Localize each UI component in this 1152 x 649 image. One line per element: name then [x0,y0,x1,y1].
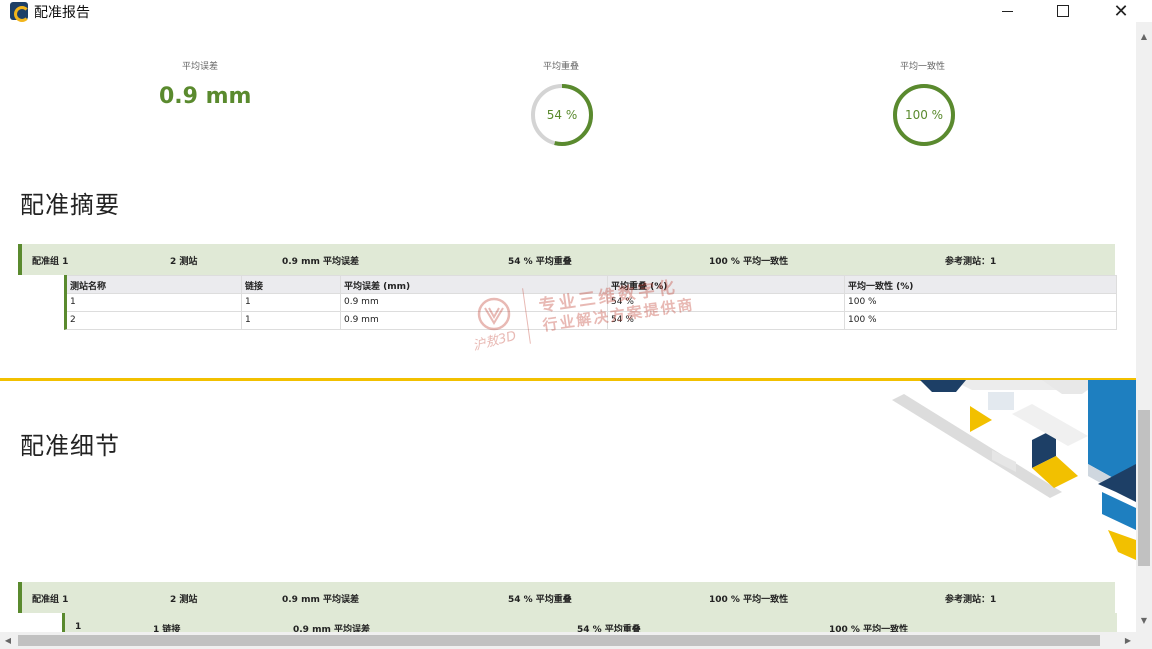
group-mean-consistency: 100 % 平均一致性 [709,257,789,267]
column-header: 平均重叠 (%) [611,282,668,292]
group-stations: 2 测站 [170,595,198,605]
links-cell: 1 [245,315,251,325]
column-separator [844,312,845,329]
vertical-scrollbar[interactable]: ▲ ▼ [1136,22,1152,632]
column-separator [340,294,341,311]
table-row[interactable]: 1 1 0.9 mm 54 % 100 % [67,293,1116,311]
mean-consistency-label: 平均一致性 [900,62,946,72]
horizontal-scrollbar[interactable]: ◀ ▶ [0,632,1152,649]
column-separator [844,294,845,311]
scroll-right-icon[interactable]: ▶ [1120,632,1136,649]
group-mean-error: 0.9 mm 平均误差 [282,595,359,605]
column-header: 测站名称 [70,282,107,292]
report-content: 平均误差 0.9 mm 平均重叠 54 % 平均一致性 100 % 配准摘要 配… [0,22,1136,632]
mean-error-cell: 0.9 mm [344,297,379,307]
station-name-cell: 2 [70,315,76,325]
column-separator [340,312,341,329]
window-title: 配准报告 [34,5,90,21]
station-mean-consistency: 100 % 平均一致性 [829,625,909,632]
maximize-button[interactable] [1040,0,1086,22]
group-stations: 2 测站 [170,257,198,267]
summary-station-table: 测站名称 链接 平均误差 (mm) 平均重叠 (%) 平均一致性 (%) 1 1… [64,275,1117,330]
column-separator [607,276,608,293]
column-separator [607,294,608,311]
group-mean-consistency: 100 % 平均一致性 [709,595,789,605]
mean-consistency-value: 100 % [904,108,944,122]
mean-consistency-cell: 100 % [848,315,877,325]
details-section-title: 配准细节 [20,432,120,460]
minimize-button[interactable] [984,0,1030,22]
links-cell: 1 [245,297,251,307]
scroll-left-icon[interactable]: ◀ [0,632,16,649]
vertical-scroll-thumb[interactable] [1138,410,1150,566]
station-name-cell: 1 [70,297,76,307]
group-mean-overlap: 54 % 平均重叠 [508,257,572,267]
column-header: 平均一致性 (%) [848,282,914,292]
horizontal-scroll-thumb[interactable] [18,635,1100,646]
table-row[interactable]: 2 1 0.9 mm 54 % 100 % [67,311,1116,329]
column-separator [844,276,845,293]
group-name: 配准组 1 [32,257,69,267]
mean-overlap-label: 平均重叠 [543,62,580,72]
details-group-header[interactable]: 配准组 1 2 测站 0.9 mm 平均误差 54 % 平均重叠 100 % 平… [18,582,1115,613]
scroll-down-icon[interactable]: ▼ [1136,612,1152,628]
group-mean-overlap: 54 % 平均重叠 [508,595,572,605]
scroll-up-icon[interactable]: ▲ [1136,28,1152,44]
column-header: 链接 [245,282,264,292]
group-mean-error: 0.9 mm 平均误差 [282,257,359,267]
summary-section-title: 配准摘要 [20,191,120,219]
mean-error-value: 0.9 mm [159,84,252,109]
column-separator [607,312,608,329]
mean-overlap-cell: 54 % [611,297,634,307]
column-header: 平均误差 (mm) [344,282,411,292]
mean-error-label: 平均误差 [182,62,219,72]
mean-consistency-cell: 100 % [848,297,877,307]
title-bar: 配准报告 ✕ [0,0,1152,22]
summary-group-header[interactable]: 配准组 1 2 测站 0.9 mm 平均误差 54 % 平均重叠 100 % 平… [18,244,1115,275]
station-mean-error: 0.9 mm 平均误差 [293,625,370,632]
table-header-row: 测站名称 链接 平均误差 (mm) 平均重叠 (%) 平均一致性 (%) [67,275,1116,293]
group-reference-station: 参考测站：1 [945,595,997,605]
column-separator [241,312,242,329]
close-button[interactable]: ✕ [1098,0,1144,22]
app-logo-icon [10,2,30,22]
mean-error-cell: 0.9 mm [344,315,379,325]
station-mean-overlap: 54 % 平均重叠 [577,625,641,632]
group-name: 配准组 1 [32,595,69,605]
station-name: 1 [75,622,82,632]
mean-overlap-value: 54 % [546,108,578,122]
mean-overlap-cell: 54 % [611,315,634,325]
column-separator [241,276,242,293]
station-links: 1 链接 [153,625,181,632]
decorative-geometric-graphic [892,380,1136,560]
column-separator [241,294,242,311]
details-station-row[interactable]: 1 1 链接 0.9 mm 平均误差 54 % 平均重叠 100 % 平均一致性 [62,613,1117,632]
group-reference-station: 参考测站：1 [945,257,997,267]
column-separator [340,276,341,293]
